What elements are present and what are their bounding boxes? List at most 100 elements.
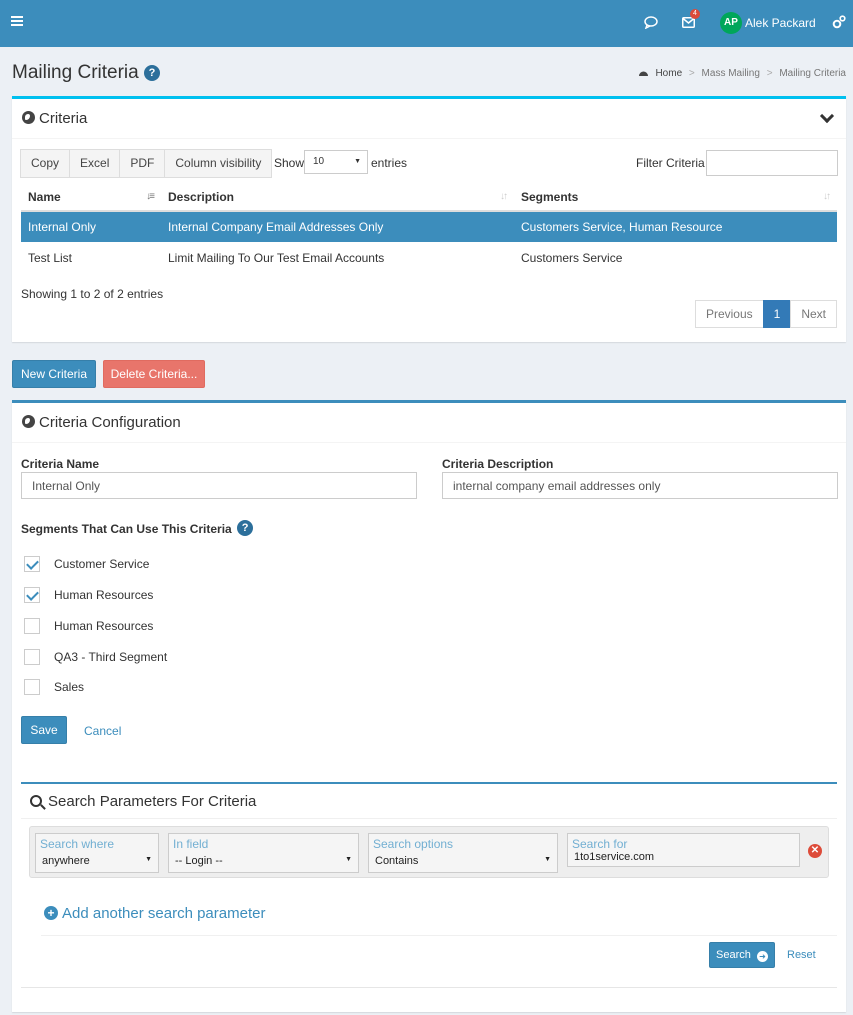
criteria-name-label: Criteria Name	[21, 457, 100, 471]
help-icon[interactable]: ?	[237, 520, 254, 536]
criteria-description-input[interactable]: internal company email addresses only	[442, 472, 838, 499]
segment-label: Sales	[54, 680, 85, 694]
pdf-button[interactable]: PDF	[119, 149, 166, 178]
search-icon	[30, 795, 42, 807]
column-header-name[interactable]: Name ↓≡	[21, 183, 161, 212]
segment-checkbox[interactable]	[24, 618, 40, 634]
page-length-select[interactable]: 10 ▼	[304, 150, 368, 174]
search-options-select[interactable]: Search options Contains ▼	[368, 833, 558, 873]
criteria-table: Name ↓≡ Description ↓↑ Segments ↓↑ Internal…	[21, 183, 837, 273]
sort-asc-icon: ↓≡	[146, 191, 155, 202]
copy-button[interactable]: Copy	[20, 149, 71, 178]
column-header-description[interactable]: Description ↓↑	[161, 183, 514, 212]
search-where-label: Search where	[40, 837, 115, 851]
cell-description: Limit Mailing To Our Test Email Accounts	[168, 250, 385, 265]
chat-icon[interactable]	[644, 16, 658, 29]
segment-label: Customer Service	[54, 557, 150, 571]
in-field-label: In field	[173, 837, 209, 851]
breadcrumb-separator: >	[688, 68, 695, 79]
dropdown-caret-icon: ▼	[345, 856, 352, 863]
user-name[interactable]: Alek Packard	[745, 16, 816, 30]
avatar[interactable]: AP	[720, 12, 742, 34]
segments-label: Segments That Can Use This Criteria ?	[21, 520, 254, 536]
notification-badge: 4	[690, 9, 700, 19]
table-header-row: Name ↓≡ Description ↓↑ Segments ↓↑	[21, 183, 837, 212]
configuration-box-header: Criteria Configuration	[12, 403, 846, 443]
filter-input[interactable]	[706, 150, 838, 176]
criteria-name-input[interactable]: Internal Only	[21, 472, 417, 499]
globe-icon	[22, 111, 35, 124]
in-field-value: -- Login --	[175, 855, 223, 867]
save-button[interactable]: Save	[21, 716, 67, 744]
cell-name: Test List	[28, 250, 73, 265]
search-parameter-row: Search where anywhere ▼ In field -- Logi…	[29, 826, 829, 878]
previous-page-button[interactable]: Previous	[694, 300, 764, 328]
sort-icon: ↓↑	[500, 191, 508, 202]
arrow-circle-right-icon: ➜	[756, 951, 768, 962]
segment-checkbox[interactable]	[24, 587, 40, 603]
search-for-input[interactable]: Search for 1to1service.com	[567, 833, 800, 867]
box-divider	[21, 987, 837, 988]
add-search-parameter-link[interactable]: + Add another search parameter	[44, 905, 265, 922]
segment-label: QA3 - Third Segment	[54, 650, 168, 664]
box-divider	[41, 935, 837, 936]
next-page-button[interactable]: Next	[790, 300, 837, 328]
segment-checkbox[interactable]	[24, 679, 40, 695]
cell-name: Internal Only	[21, 211, 161, 242]
cell-segments: Customers Service, Human Resource	[514, 211, 837, 242]
segment-label: Human Resources	[54, 619, 154, 633]
segment-label: Human Resources	[54, 588, 154, 602]
breadcrumb: Home > Mass Mailing > Mailing Criteria	[638, 68, 846, 79]
dropdown-caret-icon: ▼	[354, 158, 361, 165]
dropdown-caret-icon: ▼	[544, 856, 551, 863]
box-divider	[21, 818, 837, 819]
column-header-segments[interactable]: Segments ↓↑	[514, 183, 837, 212]
plus-circle-icon: +	[44, 906, 58, 920]
delete-criteria-button[interactable]: Delete Criteria...	[103, 360, 205, 388]
table-info: Showing 1 to 2 of 2 entries	[21, 287, 164, 301]
pagination: Previous 1 Next	[694, 300, 837, 328]
page-title-text: Mailing Criteria	[12, 62, 139, 83]
table-row[interactable]: Test List Limit Mailing To Our Test Emai…	[21, 242, 837, 273]
search-for-label: Search for	[572, 837, 628, 851]
settings-gears-icon[interactable]	[832, 15, 846, 29]
table-row[interactable]: Internal Only Internal Company Email Add…	[21, 211, 837, 242]
help-icon[interactable]: ?	[143, 65, 160, 81]
menu-toggle-icon[interactable]	[11, 16, 23, 26]
criteria-box-title: Criteria	[22, 110, 87, 127]
excel-button[interactable]: Excel	[69, 149, 121, 178]
search-where-value: anywhere	[42, 855, 90, 867]
sort-icon: ↓↑	[823, 191, 831, 202]
entries-label: entries	[371, 156, 408, 170]
criteria-box: Criteria Copy Excel PDF Column visibilit…	[12, 96, 846, 342]
cell-description: Internal Company Email Addresses Only	[161, 211, 514, 242]
search-button[interactable]: Search ➜	[709, 942, 775, 968]
new-criteria-button[interactable]: New Criteria	[12, 360, 96, 388]
cancel-link[interactable]: Cancel	[84, 724, 121, 738]
breadcrumb-mass-mailing[interactable]: Mass Mailing	[702, 68, 760, 79]
top-navbar: 4 AP Alek Packard	[0, 0, 853, 47]
breadcrumb-home[interactable]: Home	[655, 68, 682, 79]
criteria-description-label: Criteria Description	[442, 457, 554, 471]
column-visibility-button[interactable]: Column visibility	[164, 149, 273, 178]
in-field-select[interactable]: In field -- Login -- ▼	[168, 833, 359, 873]
reset-link[interactable]: Reset	[787, 949, 816, 961]
segment-checkbox[interactable]	[24, 556, 40, 572]
show-label: Show	[274, 156, 305, 170]
search-parameters-title: Search Parameters For Criteria	[30, 793, 256, 810]
segment-checkbox[interactable]	[24, 649, 40, 665]
dashboard-icon	[638, 71, 648, 76]
search-where-select[interactable]: Search where anywhere ▼	[35, 833, 159, 873]
page-1-button[interactable]: 1	[762, 300, 792, 328]
configuration-box-title: Criteria Configuration	[22, 414, 181, 431]
cell-segments: Customers Service	[521, 250, 623, 265]
search-options-label: Search options	[373, 837, 454, 851]
search-options-value: Contains	[375, 855, 419, 867]
criteria-box-header: Criteria	[12, 99, 846, 139]
breadcrumb-separator: >	[766, 68, 773, 79]
filter-label: Filter Criteria	[636, 156, 705, 170]
remove-parameter-icon[interactable]: ✕	[808, 844, 822, 858]
page-title: Mailing Criteria ?	[12, 62, 160, 84]
collapse-chevron-icon[interactable]	[819, 108, 835, 124]
page-length-value: 10	[313, 156, 325, 167]
